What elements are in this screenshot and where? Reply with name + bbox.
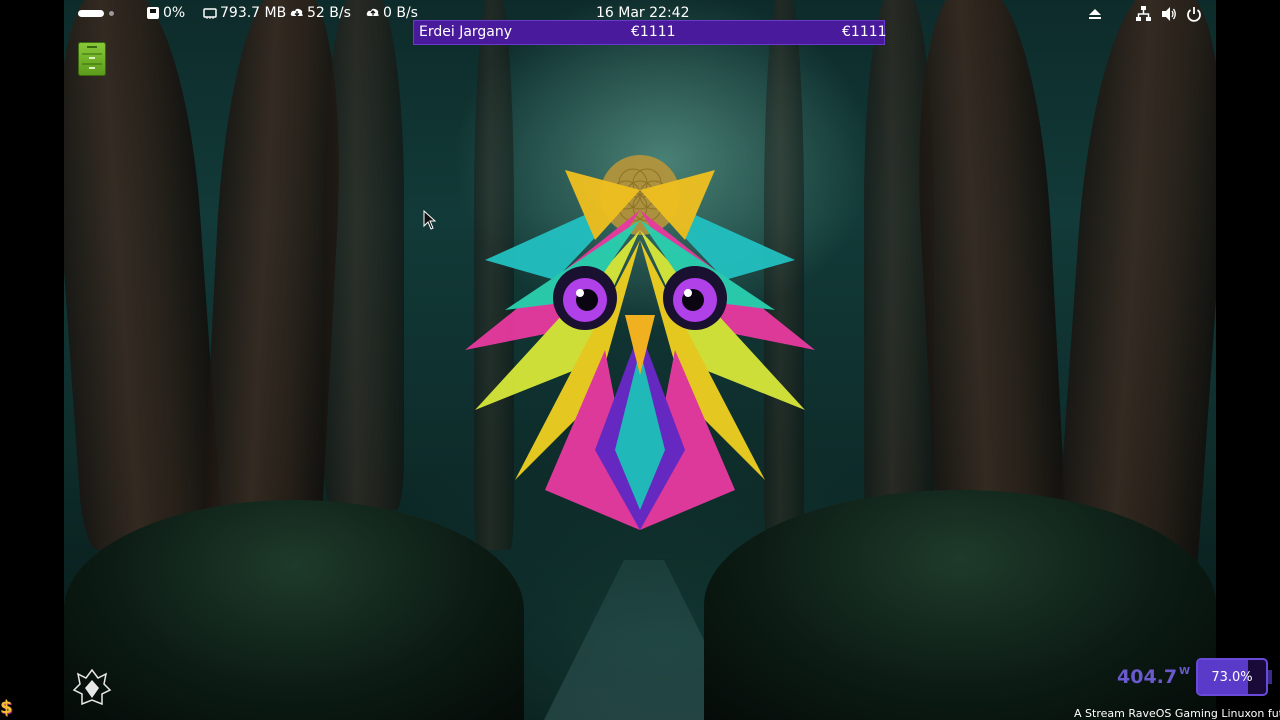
network-icon[interactable]: [1136, 6, 1151, 21]
memory-indicator[interactable]: 793.7 MB: [203, 5, 286, 21]
ticker-name: Erdei Jargany: [419, 24, 513, 40]
workspace-dot[interactable]: [109, 11, 114, 16]
battery-terminal: [1268, 670, 1272, 684]
lion-logo-icon[interactable]: [72, 668, 112, 708]
upload-speed-value: 0 B/s: [383, 5, 418, 21]
dollar-icon[interactable]: $: [0, 697, 13, 718]
power-draw-value: 404.7: [1117, 666, 1178, 688]
volume-icon[interactable]: [1161, 6, 1177, 22]
download-speed-indicator[interactable]: 52 B/s: [290, 5, 351, 21]
cloud-download-icon: [290, 8, 303, 17]
power-draw-unit: W: [1179, 666, 1191, 677]
battery-indicator[interactable]: 73.0%: [1196, 658, 1268, 696]
power-icon[interactable]: [1186, 6, 1202, 22]
desktop-screen: 0% 793.7 MB 52 B/s 0 B/s 16 Mar 22:42 Er…: [0, 0, 1280, 720]
disk-usage-value: 0%: [163, 5, 186, 21]
disk-usage-indicator[interactable]: 0%: [146, 5, 185, 21]
battery-percent: 73.0%: [1211, 670, 1253, 685]
eject-icon[interactable]: [1088, 7, 1102, 21]
ticker-price-2: €1111: [842, 24, 887, 40]
stream-caption: A Stream RaveOS Gaming Linuxon fut: [1074, 707, 1280, 720]
cloud-upload-icon: [366, 8, 379, 16]
mouse-cursor-icon: [423, 210, 437, 230]
download-speed-value: 52 B/s: [307, 5, 351, 21]
memory-icon: [203, 8, 217, 19]
date-time-clock[interactable]: 16 Mar 22:42: [596, 5, 689, 21]
memory-value: 793.7 MB: [220, 5, 287, 21]
upload-speed-indicator[interactable]: 0 B/s: [366, 5, 418, 21]
activities-indicator[interactable]: [78, 10, 104, 17]
owl-artwork: [465, 155, 815, 530]
file-cabinet-launcher-icon[interactable]: [78, 42, 106, 76]
price-ticker-bar[interactable]: Erdei Jargany €1111 €1111: [413, 20, 887, 45]
drive-icon: [147, 7, 159, 19]
ticker-price-1: €1111: [631, 24, 676, 40]
